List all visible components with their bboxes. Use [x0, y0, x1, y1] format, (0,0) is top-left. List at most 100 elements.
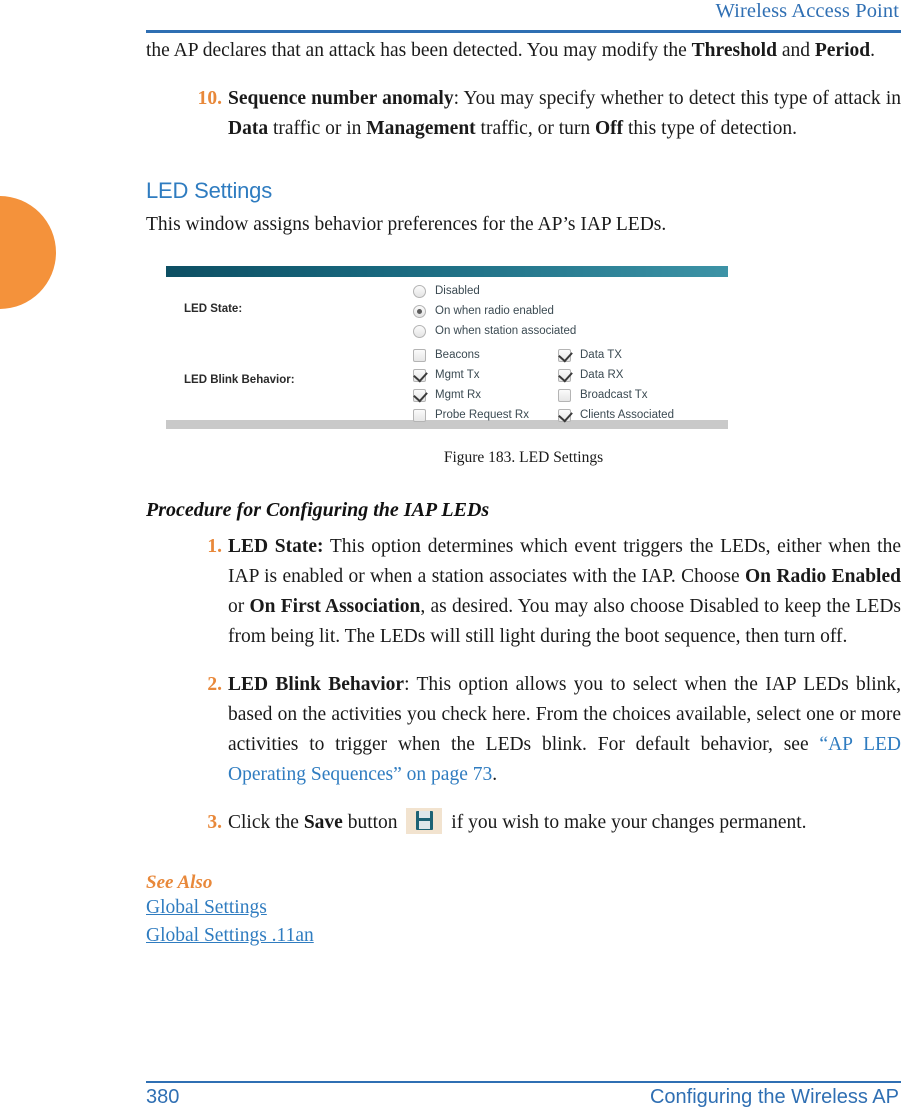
procedure-item-1: 1. LED State: This option determines whi… — [146, 532, 901, 652]
save-icon-disk-body — [416, 811, 434, 830]
checkbox-option-mgmt-tx[interactable]: Mgmt Tx — [413, 368, 558, 382]
procedure-item-2-text-b: . — [492, 764, 498, 785]
radio-option-on-when-station-associated[interactable]: On when station associated — [413, 321, 576, 341]
procedure-item-3-number: 3. — [207, 812, 222, 833]
led-state-label: LED State: — [184, 303, 243, 315]
procedure-item-2-text: LED Blink Behavior: This option allows y… — [228, 670, 901, 790]
radio-icon-disabled[interactable] — [413, 284, 426, 298]
intro-text-mid: and — [776, 40, 815, 61]
section-intro-text: This window assigns behavior preferences… — [146, 214, 667, 235]
list-item-10: 10. Sequence number anomaly: You may spe… — [146, 84, 901, 144]
panel-top-gradient-bar — [166, 266, 728, 277]
checkbox-row: Beacons Data TX — [413, 345, 713, 365]
intro-bold-period: Period — [814, 40, 871, 61]
procedure-item-1-number: 1. — [207, 536, 222, 557]
checkbox-option-clients-associated[interactable]: Clients Associated — [558, 408, 674, 422]
list-item-10-text-b: traffic or in — [268, 118, 367, 139]
checkbox-label-data-tx: Data TX — [580, 349, 622, 361]
list-item-10-bold-data: Data — [228, 118, 269, 139]
procedure-item-3-text-a: Click the — [228, 812, 304, 833]
checkbox-option-data-tx[interactable]: Data TX — [558, 348, 622, 362]
see-also-link-global-settings-11an[interactable]: Global Settings .11an — [146, 922, 901, 950]
list-item-10-bold-management: Management — [366, 118, 476, 139]
led-state-radio-group[interactable]: Disabled On when radio enabled On when s… — [413, 281, 576, 341]
checkbox-icon-mgmt-tx[interactable] — [413, 368, 426, 382]
checkbox-label-data-rx: Data RX — [580, 369, 624, 381]
figure-led-settings: LED State: Disabled On when radio enable… — [166, 266, 728, 467]
procedure-item-2: 2. LED Blink Behavior: This option allow… — [146, 670, 901, 790]
save-icon — [406, 808, 443, 834]
checkbox-option-data-rx[interactable]: Data RX — [558, 368, 624, 382]
radio-label-disabled: Disabled — [435, 285, 480, 297]
list-item-10-text: Sequence number anomaly: You may specify… — [228, 84, 901, 144]
page-header-title: Wireless Access Point — [715, 0, 899, 22]
list-item-10-text-a: : You may specify whether to detect this… — [453, 88, 901, 109]
figure-caption: Figure 183. LED Settings — [443, 449, 604, 466]
procedure-item-3: 3. Click the Save button if you wish to … — [146, 808, 901, 838]
checkbox-label-clients-associated: Clients Associated — [580, 409, 674, 421]
radio-option-on-when-radio-enabled[interactable]: On when radio enabled — [413, 301, 576, 321]
intro-bold-threshold: Threshold — [691, 40, 777, 61]
procedure-item-1-text: LED State: This option determines which … — [228, 532, 901, 652]
checkbox-label-broadcast-tx: Broadcast Tx — [580, 389, 648, 401]
checkbox-icon-probe-request-rx[interactable] — [413, 408, 426, 422]
checkbox-icon-mgmt-rx[interactable] — [413, 388, 426, 402]
led-blink-behavior-label: LED Blink Behavior: — [184, 374, 295, 386]
procedure-item-2-bold-lead: LED Blink Behavior — [228, 674, 405, 695]
section-heading-led-settings: LED Settings — [146, 178, 273, 203]
led-blink-behavior-checkbox-grid[interactable]: Beacons Data TX Mgmt Tx Data RX Mgmt Rx … — [413, 345, 713, 425]
procedure-item-3-text-c: if you wish to make your changes permane… — [446, 812, 807, 833]
orange-edge-tab — [0, 196, 56, 309]
procedure-item-1-bold-on-first-association: On First Association — [249, 596, 421, 617]
procedure-item-1-bold-on-radio-enabled: On Radio Enabled — [745, 566, 901, 587]
intro-text-end: . — [870, 40, 875, 61]
led-settings-panel: LED State: Disabled On when radio enable… — [166, 266, 728, 429]
checkbox-option-beacons[interactable]: Beacons — [413, 348, 558, 362]
checkbox-row: Mgmt Tx Data RX — [413, 365, 713, 385]
list-item-10-bold-off: Off — [594, 118, 624, 139]
footer-divider — [146, 1081, 901, 1083]
intro-text-lead: the AP declares that an attack has been … — [146, 40, 692, 61]
radio-icon-on-when-station-associated[interactable] — [413, 324, 426, 338]
checkbox-option-mgmt-rx[interactable]: Mgmt Rx — [413, 388, 558, 402]
save-icon-shutter — [419, 811, 431, 818]
procedure-heading: Procedure for Configuring the IAP LEDs — [146, 499, 490, 521]
footer-title: Configuring the Wireless AP — [649, 1086, 899, 1108]
header-divider — [146, 30, 901, 33]
checkbox-label-mgmt-rx: Mgmt Rx — [435, 389, 481, 401]
radio-label-on-when-radio-enabled: On when radio enabled — [435, 305, 554, 317]
page-content: the AP declares that an attack has been … — [146, 36, 901, 950]
list-item-10-number: 10. — [197, 88, 222, 109]
intro-paragraph: the AP declares that an attack has been … — [146, 36, 901, 66]
checkbox-label-mgmt-tx: Mgmt Tx — [435, 369, 480, 381]
list-item-10-text-d: this type of detection. — [623, 118, 797, 139]
checkbox-option-broadcast-tx[interactable]: Broadcast Tx — [558, 388, 648, 402]
checkbox-label-probe-request-rx: Probe Request Rx — [435, 409, 529, 421]
footer-page-number: 380 — [146, 1086, 180, 1108]
procedure-item-3-bold-save: Save — [303, 812, 343, 833]
see-also-heading: See Also — [146, 872, 213, 893]
checkbox-icon-beacons[interactable] — [413, 348, 426, 362]
checkbox-option-probe-request-rx[interactable]: Probe Request Rx — [413, 408, 558, 422]
save-icon-label-area — [419, 821, 431, 829]
panel-body: LED State: Disabled On when radio enable… — [166, 277, 728, 422]
procedure-item-2-number: 2. — [207, 674, 222, 695]
procedure-item-1-bold-lead: LED State: — [228, 536, 324, 557]
radio-label-on-when-station-associated: On when station associated — [435, 325, 577, 337]
list-item-10-bold-lead: Sequence number anomaly — [228, 88, 454, 109]
radio-icon-on-when-radio-enabled[interactable] — [413, 304, 426, 318]
checkbox-label-beacons: Beacons — [435, 349, 480, 361]
procedure-item-3-text-b: button — [342, 812, 403, 833]
list-item-10-text-c: traffic, or turn — [475, 118, 595, 139]
procedure-item-3-text: Click the Save button if you wish to mak… — [228, 808, 901, 838]
checkbox-row: Mgmt Rx Broadcast Tx — [413, 385, 713, 405]
checkbox-icon-clients-associated[interactable] — [558, 408, 571, 422]
radio-option-disabled[interactable]: Disabled — [413, 281, 576, 301]
page-header: Wireless Access Point — [0, 0, 901, 33]
checkbox-icon-data-tx[interactable] — [558, 348, 571, 362]
procedure-item-1-text-b: or — [228, 596, 250, 617]
see-also-link-global-settings[interactable]: Global Settings — [146, 894, 901, 922]
checkbox-icon-data-rx[interactable] — [558, 368, 571, 382]
checkbox-icon-broadcast-tx[interactable] — [558, 388, 571, 402]
checkbox-row: Probe Request Rx Clients Associated — [413, 405, 713, 425]
